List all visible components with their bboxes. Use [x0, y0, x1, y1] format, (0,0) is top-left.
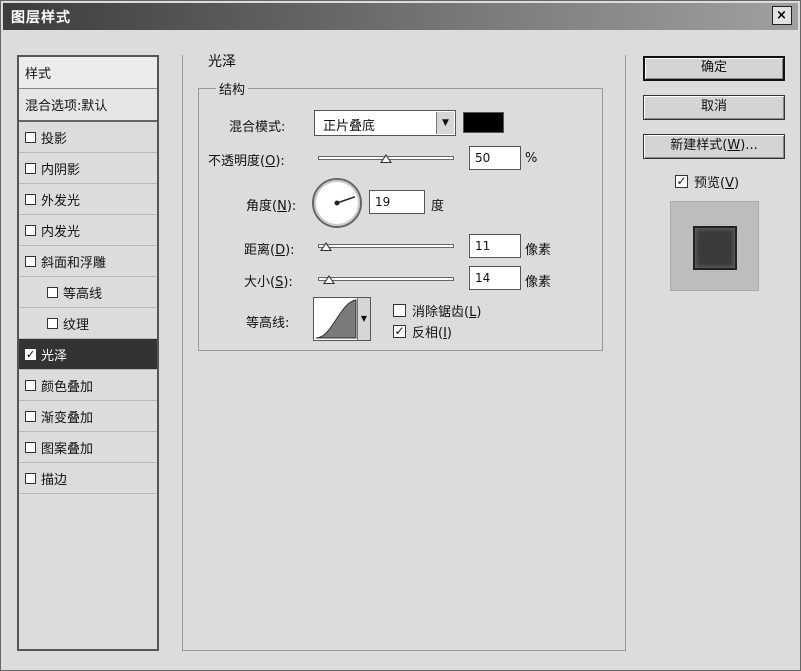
- preview-label: 预览(V): [694, 176, 740, 191]
- section-title: 光泽: [206, 51, 238, 71]
- contour-label: 等高线:: [246, 316, 290, 331]
- anti-alias-checkbox[interactable]: 消除锯齿(L): [393, 301, 481, 320]
- distance-label: 距离(D):: [244, 239, 295, 258]
- anti-alias-label: 消除锯齿(L): [412, 305, 482, 320]
- checkbox-icon[interactable]: [25, 410, 36, 422]
- style-item-0[interactable]: 投影: [19, 122, 157, 153]
- style-item-10[interactable]: 图案叠加: [19, 432, 157, 463]
- checkbox-icon: [393, 304, 406, 317]
- angle-label: 角度(N):: [246, 195, 296, 214]
- style-item-label: 光泽: [41, 348, 68, 364]
- angle-dial-center: [334, 200, 340, 206]
- style-item-label: 颜色叠加: [41, 379, 94, 395]
- checkbox-icon[interactable]: [25, 131, 36, 143]
- checkbox-icon[interactable]: ✓: [25, 348, 36, 360]
- size-label-text: 大小(S):: [244, 275, 293, 290]
- contour-curve-graphic: [315, 299, 357, 339]
- color-swatch[interactable]: [463, 112, 504, 133]
- style-item-label: 内发光: [41, 224, 81, 240]
- angle-unit: 度: [431, 199, 445, 214]
- style-item-label: 斜面和浮雕: [41, 255, 107, 271]
- styles-header[interactable]: 样式: [19, 57, 157, 89]
- style-item-9[interactable]: 渐变叠加: [19, 401, 157, 432]
- angle-label-text: 角度(N):: [246, 199, 297, 214]
- style-item-2[interactable]: 外发光: [19, 184, 157, 215]
- blend-mode-label: 混合模式:: [229, 120, 286, 135]
- distance-input[interactable]: 11: [469, 234, 521, 258]
- blending-options-item[interactable]: 混合选项:默认: [19, 89, 157, 122]
- checkbox-icon[interactable]: [47, 317, 58, 329]
- checkbox-icon[interactable]: [25, 193, 36, 205]
- invert-label: 反相(I): [412, 326, 452, 341]
- style-item-1[interactable]: 内阴影: [19, 153, 157, 184]
- checkbox-icon[interactable]: [25, 162, 36, 174]
- style-item-label: 纹理: [63, 317, 90, 333]
- layer-style-dialog: 图层样式 × 样式 混合选项:默认 投影内阴影外发光内发光斜面和浮雕等高线纹理 ✓…: [0, 0, 801, 671]
- distance-unit: 像素: [525, 243, 552, 258]
- style-item-label: 图案叠加: [41, 441, 94, 457]
- size-slider-thumb[interactable]: [322, 275, 335, 284]
- size-label: 大小(S):: [244, 271, 293, 290]
- new-style-button[interactable]: 新建样式(W)...: [643, 134, 785, 159]
- style-item-6[interactable]: 纹理: [19, 308, 157, 339]
- style-item-label: 等高线: [63, 286, 103, 302]
- styles-header-label: 样式: [25, 67, 52, 82]
- blend-mode-select[interactable]: 正片叠底 ▼: [314, 110, 456, 136]
- opacity-slider-thumb[interactable]: [380, 154, 392, 163]
- chevron-down-icon[interactable]: ▼: [436, 112, 454, 134]
- size-slider[interactable]: [318, 277, 454, 281]
- style-item-3[interactable]: 内发光: [19, 215, 157, 246]
- contour-picker[interactable]: ▼: [313, 297, 371, 341]
- opacity-label: 不透明度(O):: [208, 150, 285, 169]
- structure-group-title: 结构: [216, 79, 249, 98]
- ok-button[interactable]: 确定: [643, 56, 785, 81]
- style-item-label: 外发光: [41, 193, 81, 209]
- style-item-11[interactable]: 描边: [19, 463, 157, 494]
- blend-mode-value: 正片叠底: [323, 119, 376, 134]
- style-item-4[interactable]: 斜面和浮雕: [19, 246, 157, 277]
- angle-dial[interactable]: [312, 178, 362, 228]
- preview-checkbox[interactable]: ✓ 预览(V): [675, 172, 739, 191]
- checkbox-icon[interactable]: [25, 255, 36, 267]
- distance-slider[interactable]: [318, 244, 454, 248]
- close-button[interactable]: ×: [772, 6, 792, 25]
- size-input[interactable]: 14: [469, 266, 521, 290]
- style-item-label: 内阴影: [41, 162, 81, 178]
- blending-options-label: 混合选项:默认: [25, 99, 108, 114]
- chevron-down-icon[interactable]: ▼: [357, 298, 370, 340]
- size-unit: 像素: [525, 275, 552, 290]
- checkbox-icon[interactable]: [47, 286, 58, 298]
- checkbox-icon[interactable]: [25, 472, 36, 484]
- new-style-label: 新建样式(W)...: [670, 138, 758, 153]
- opacity-label-text: 不透明度(O):: [208, 154, 285, 169]
- style-item-label: 投影: [41, 131, 68, 147]
- distance-slider-thumb[interactable]: [320, 242, 333, 251]
- angle-dial-needle: [336, 196, 356, 204]
- style-preview: [670, 201, 759, 291]
- window-title: 图层样式: [11, 10, 71, 26]
- angle-input[interactable]: 19: [369, 190, 425, 214]
- checkbox-icon[interactable]: [25, 379, 36, 391]
- checkbox-icon: ✓: [675, 174, 688, 188]
- style-item-7[interactable]: ✓ 光泽: [19, 339, 157, 370]
- contour-curve: [315, 299, 357, 339]
- style-item-label: 描边: [41, 472, 68, 488]
- opacity-unit: %: [525, 151, 538, 166]
- preview-thumbnail: [693, 226, 737, 270]
- style-item-label: 渐变叠加: [41, 410, 94, 426]
- styles-list: 样式 混合选项:默认 投影内阴影外发光内发光斜面和浮雕等高线纹理 ✓ 光泽颜色叠加渐…: [17, 55, 159, 651]
- angle-dial-graphic: [334, 196, 356, 206]
- opacity-input[interactable]: 50: [469, 146, 521, 170]
- cancel-button[interactable]: 取消: [643, 95, 785, 120]
- distance-label-text: 距离(D):: [244, 243, 295, 258]
- invert-checkbox[interactable]: ✓ 反相(I): [393, 322, 452, 341]
- title-bar: 图层样式 ×: [3, 3, 798, 30]
- checkbox-icon[interactable]: [25, 441, 36, 453]
- style-item-5[interactable]: 等高线: [19, 277, 157, 308]
- checkbox-icon: ✓: [393, 324, 406, 338]
- checkbox-icon[interactable]: [25, 224, 36, 236]
- style-item-8[interactable]: 颜色叠加: [19, 370, 157, 401]
